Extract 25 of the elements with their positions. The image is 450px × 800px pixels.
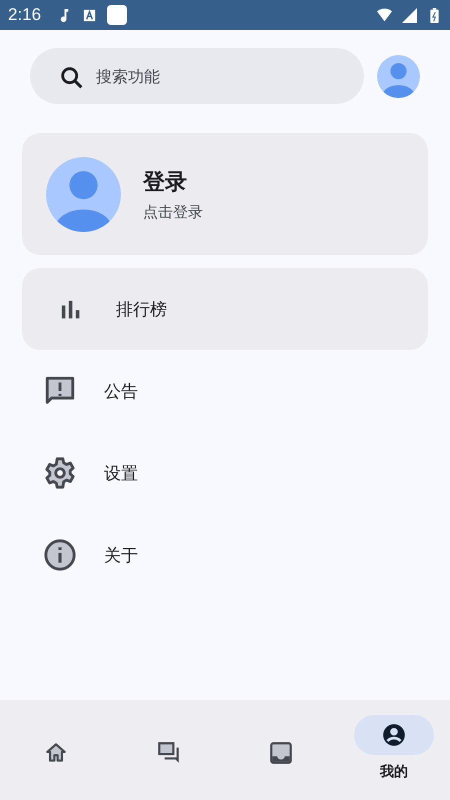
settings-icon [43, 456, 77, 490]
login-card[interactable]: 登录 点击登录 [22, 133, 428, 255]
menu-item[interactable]: 关于 [0, 514, 450, 596]
menu-card[interactable]: 排行榜 [22, 268, 428, 350]
menu-label: 设置 [104, 462, 138, 484]
login-hint: 点击登录 [143, 202, 203, 222]
signal-icon [402, 8, 417, 22]
menu-label: 公告 [104, 380, 138, 402]
nav-label: 我的 [380, 763, 408, 781]
avatar-icon [46, 156, 121, 232]
menu-label: 关于 [104, 544, 138, 566]
search-field[interactable]: 搜索功能 [30, 48, 364, 104]
menu-item[interactable]: 公告 [0, 350, 450, 432]
menu-label: 排行榜 [116, 298, 167, 320]
nav-tab[interactable] [354, 715, 434, 755]
login-title: 登录 [143, 168, 188, 196]
status-time: 2:16 [8, 5, 42, 25]
menu-item[interactable]: 设置 [0, 432, 450, 514]
inbox-icon [268, 740, 294, 766]
wifi-icon [377, 8, 392, 22]
avatar-icon [377, 54, 420, 98]
info-icon [43, 538, 77, 572]
app-notification-icon [82, 8, 98, 22]
account-icon [380, 722, 407, 748]
app-notification-icon [107, 5, 128, 25]
